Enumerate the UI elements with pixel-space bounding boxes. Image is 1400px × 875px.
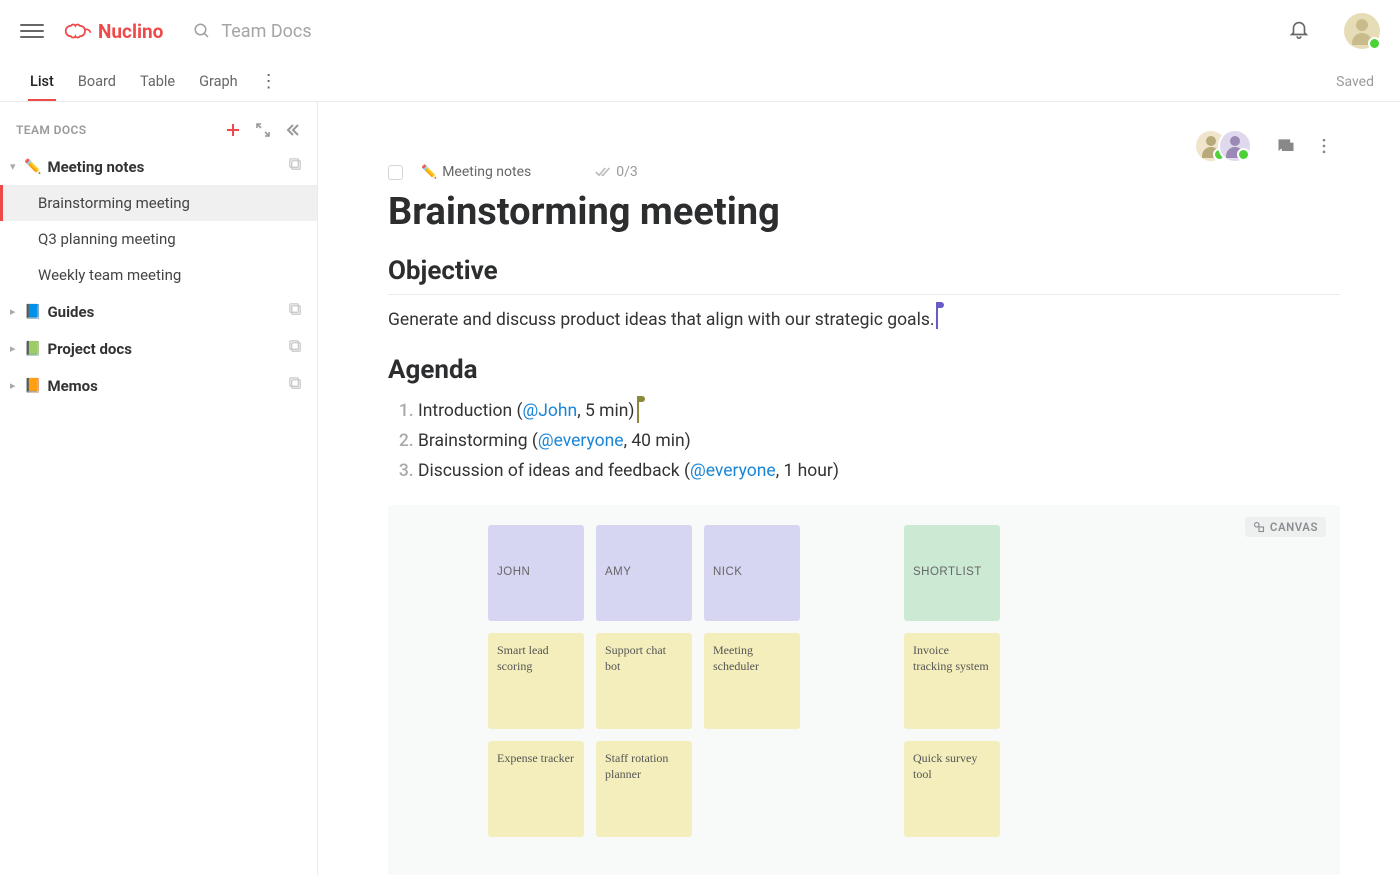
- tasks-counter[interactable]: 0/3: [595, 164, 638, 180]
- shapes-icon: [1253, 521, 1265, 533]
- canvas-note[interactable]: Support chat bot: [596, 633, 692, 729]
- sidebar-item-meeting-notes[interactable]: ▾ ✏️ Meeting notes: [0, 148, 317, 185]
- canvas-badge: CANVAS: [1245, 517, 1326, 537]
- page-title[interactable]: Brainstorming meeting: [388, 190, 1340, 234]
- document-main: ✏️ Meeting notes 0/3 Brainstorming meeti…: [318, 102, 1400, 875]
- objective-text[interactable]: Generate and discuss product ideas that …: [388, 307, 934, 333]
- sidebar-child-q3-planning[interactable]: Q3 planning meeting: [0, 221, 317, 257]
- comments-button[interactable]: [1270, 130, 1302, 162]
- double-check-icon: [595, 166, 611, 178]
- chevron-right-icon: ▸: [10, 342, 22, 355]
- copy-icon: [288, 339, 303, 354]
- canvas-note[interactable]: Staff rotation planner: [596, 741, 692, 837]
- agenda-item[interactable]: Introduction (@John, 5 min): [418, 397, 1340, 427]
- search-input[interactable]: Team Docs: [193, 21, 311, 42]
- chat-icon: [1276, 136, 1296, 156]
- objective-heading[interactable]: Objective: [388, 256, 1340, 295]
- mention[interactable]: @John: [523, 401, 578, 421]
- view-tab-table[interactable]: Table: [128, 63, 187, 100]
- copy-button[interactable]: [288, 302, 303, 321]
- plus-icon: [225, 122, 241, 138]
- doc-more-button[interactable]: [1308, 130, 1340, 162]
- canvas-note-header[interactable]: AMY: [596, 525, 692, 621]
- canvas-note[interactable]: Meeting scheduler: [704, 633, 800, 729]
- save-status: Saved: [1336, 74, 1374, 90]
- sidebar-item-label: Q3 planning meeting: [38, 230, 176, 248]
- notifications-button[interactable]: [1288, 18, 1310, 44]
- search-icon: [193, 22, 211, 40]
- collaborator-cursor: [637, 401, 639, 423]
- sidebar-item-label: Weekly team meeting: [38, 266, 181, 284]
- search-placeholder: Team Docs: [221, 21, 311, 42]
- view-tab-graph[interactable]: Graph: [187, 63, 250, 100]
- collapse-sidebar-button[interactable]: [285, 122, 301, 138]
- agenda-item[interactable]: Brainstorming (@everyone, 40 min): [418, 427, 1340, 457]
- chevron-right-icon: ▸: [10, 305, 22, 318]
- copy-button[interactable]: [288, 339, 303, 358]
- agenda-item[interactable]: Discussion of ideas and feedback (@every…: [418, 457, 1340, 487]
- sidebar-child-brainstorming[interactable]: Brainstorming meeting: [0, 185, 317, 221]
- chevron-down-icon: ▾: [10, 160, 22, 173]
- copy-icon: [288, 376, 303, 391]
- agenda-list[interactable]: Introduction (@John, 5 min) Brainstormin…: [418, 397, 1340, 486]
- sidebar-item-label: Guides: [47, 303, 94, 321]
- expand-button[interactable]: [255, 122, 271, 138]
- breadcrumb[interactable]: ✏️ Meeting notes: [421, 164, 531, 180]
- canvas-note-header[interactable]: NICK: [704, 525, 800, 621]
- canvas-note[interactable]: Expense tracker: [488, 741, 584, 837]
- breadcrumb-label: Meeting notes: [442, 164, 531, 180]
- user-avatar[interactable]: [1344, 13, 1380, 49]
- sidebar-item-memos[interactable]: ▸ 📙 Memos: [0, 367, 317, 404]
- canvas-note[interactable]: Smart lead scoring: [488, 633, 584, 729]
- pencil-icon: ✏️: [421, 165, 437, 180]
- chevron-right-icon: ▸: [10, 379, 22, 392]
- canvas-note-header[interactable]: JOHN: [488, 525, 584, 621]
- hamburger-menu[interactable]: [20, 19, 44, 43]
- agenda-heading[interactable]: Agenda: [388, 355, 1340, 385]
- sidebar-item-label: Brainstorming meeting: [38, 194, 190, 212]
- sidebar-item-guides[interactable]: ▸ 📘 Guides: [0, 293, 317, 330]
- sidebar-item-project-docs[interactable]: ▸ 📗 Project docs: [0, 330, 317, 367]
- chevron-double-left-icon: [285, 122, 301, 138]
- mention[interactable]: @everyone: [690, 461, 776, 481]
- sidebar: TEAM DOCS ▾ ✏️ Meeting notes Bra: [0, 102, 318, 875]
- sidebar-item-label: Meeting notes: [47, 158, 144, 176]
- bell-icon: [1288, 18, 1310, 40]
- view-tab-list[interactable]: List: [18, 63, 66, 100]
- view-more-button[interactable]: ⋮: [250, 71, 288, 92]
- add-item-button[interactable]: [225, 122, 241, 138]
- green-book-icon: 📗: [24, 341, 41, 357]
- canvas-note[interactable]: Quick survey tool: [904, 741, 1000, 837]
- copy-icon: [288, 157, 303, 172]
- sidebar-item-label: Project docs: [47, 340, 131, 358]
- canvas-embed[interactable]: CANVAS JOHN Smart lead scoring Expense t…: [388, 505, 1340, 875]
- canvas-note[interactable]: Invoice tracking system: [904, 633, 1000, 729]
- blue-book-icon: 📘: [24, 304, 41, 320]
- tasks-count-label: 0/3: [616, 164, 638, 180]
- copy-button[interactable]: [288, 376, 303, 395]
- logo[interactable]: Nuclino: [64, 20, 163, 43]
- orange-book-icon: 📙: [24, 378, 41, 394]
- presence-avatar[interactable]: [1218, 129, 1252, 163]
- collaborator-cursor: [936, 307, 938, 329]
- doc-checkbox[interactable]: [388, 165, 403, 180]
- sidebar-title: TEAM DOCS: [16, 123, 87, 137]
- sidebar-item-label: Memos: [47, 377, 97, 395]
- presence-avatars: [1194, 129, 1252, 163]
- logo-text: Nuclino: [98, 20, 163, 43]
- copy-button[interactable]: [288, 157, 303, 176]
- brain-icon: [64, 20, 92, 42]
- copy-icon: [288, 302, 303, 317]
- canvas-note-header[interactable]: SHORTLIST: [904, 525, 1000, 621]
- more-vertical-icon: [1314, 136, 1334, 156]
- mention[interactable]: @everyone: [538, 431, 624, 451]
- view-tab-board[interactable]: Board: [66, 63, 128, 100]
- expand-icon: [255, 122, 271, 138]
- sidebar-child-weekly[interactable]: Weekly team meeting: [0, 257, 317, 293]
- pencil-icon: ✏️: [24, 159, 41, 175]
